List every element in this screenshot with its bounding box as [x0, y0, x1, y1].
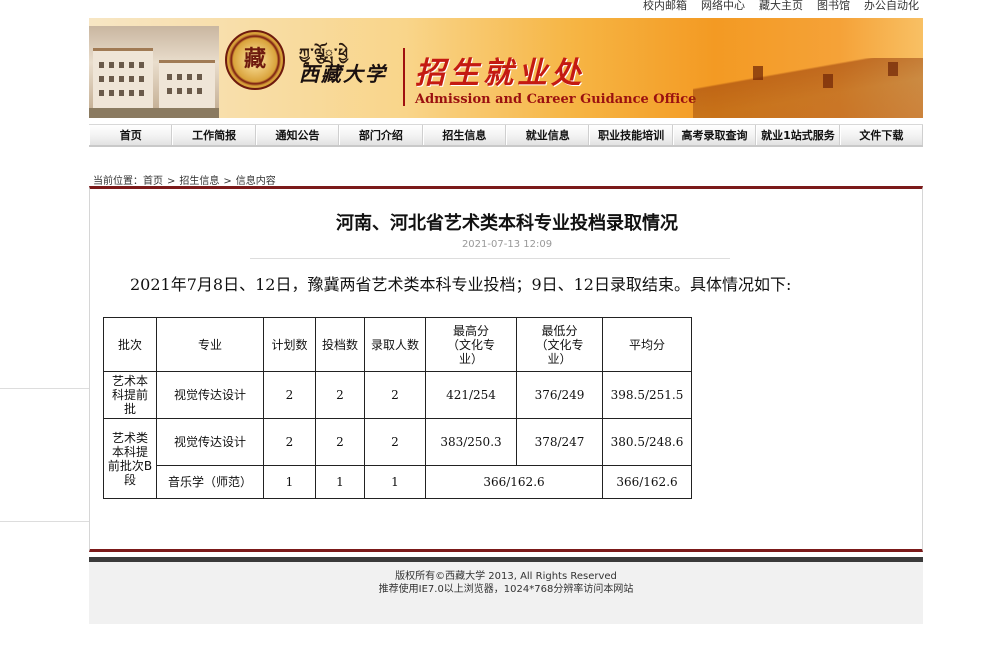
cell-major: 音乐学（师范） — [156, 465, 264, 499]
cell-admitted: 1 — [364, 465, 426, 499]
main-nav: 首页 工作简报 通知公告 部门介绍 招生信息 就业信息 职业技能培训 高考录取查… — [89, 124, 924, 147]
header-plan: 计划数 — [263, 317, 316, 372]
batch-line: 批 — [123, 402, 136, 416]
article-lead: 2021年7月8日、12日，豫冀两省艺术类本科专业投档；9日、12日录取结束。具… — [130, 275, 792, 294]
cell-batch: 艺术本 科提前 批 — [103, 371, 157, 419]
left-rule — [0, 388, 89, 389]
batch-line: 艺术本 — [111, 374, 148, 388]
batch-line: 前批次B — [107, 458, 153, 473]
footer: 版权所有©西藏大学 2013, All Rights Reserved 推荐使用… — [89, 562, 923, 624]
top-links-bar: 校内邮箱 网络中心 藏大主页 图书馆 办公自动化 — [89, 0, 923, 18]
batch-line: 段 — [123, 472, 136, 487]
nav-item-downloads[interactable]: 文件下载 — [839, 125, 924, 145]
cell-plan: 1 — [263, 465, 316, 499]
cell-max: 383/250.3 — [425, 418, 517, 466]
cell-filed: 2 — [315, 418, 365, 466]
cell-min: 378/247 — [516, 418, 603, 466]
nav-item-skills-training[interactable]: 职业技能培训 — [589, 125, 673, 145]
cell-avg: 380.5/248.6 — [602, 418, 692, 466]
cell-admitted: 2 — [364, 371, 426, 419]
table-row: 音乐学（师范） 1 1 1 366/162.6 366/162.6 — [104, 465, 692, 499]
batch-line: 艺术类 — [111, 430, 148, 445]
nav-item-home[interactable]: 首页 — [89, 125, 173, 145]
batch-line: 本科提 — [111, 444, 148, 459]
university-name: 西藏大学 — [299, 62, 387, 86]
header-filed: 投档数 — [315, 317, 365, 372]
cell-filed: 1 — [315, 465, 365, 499]
cell-major: 视觉传达设计 — [156, 371, 264, 419]
office-title-en: Admission and Career Guidance Office — [415, 92, 697, 107]
breadcrumb: 当前位置：首页 > 招生信息 > 信息内容 — [93, 172, 280, 187]
cell-plan: 2 — [263, 371, 316, 419]
cell-avg: 366/162.6 — [602, 465, 692, 499]
header-admitted: 录取人数 — [364, 317, 426, 372]
office-title-cn: 招生就业处 — [415, 56, 585, 91]
header-major: 专业 — [156, 317, 264, 372]
nav-item-work-briefs[interactable]: 工作简报 — [172, 125, 256, 145]
banner-divider — [403, 48, 405, 106]
header-min: 最低分 （文化专 业） — [516, 317, 603, 372]
header-avg: 平均分 — [602, 317, 692, 372]
article-title: 河南、河北省艺术类本科专业投档录取情况 — [336, 213, 678, 234]
nav-item-notices[interactable]: 通知公告 — [255, 125, 340, 145]
article-panel: 河南、河北省艺术类本科专业投档录取情况 2021-07-13 12:09 202… — [89, 186, 923, 552]
cell-filed: 2 — [315, 371, 365, 419]
header-max-line: 最高分 — [452, 323, 489, 338]
footer-browser-note: 推荐使用IE7.0以上浏览器，1024*768分辨率访问本网站 — [378, 584, 634, 595]
cell-max: 421/254 — [425, 371, 517, 419]
university-emblem-icon: 藏 — [225, 30, 285, 90]
nav-item-one-stop-service[interactable]: 就业1站式服务 — [756, 125, 840, 145]
nav-item-admission-info[interactable]: 招生信息 — [422, 125, 507, 145]
header-max-line: 业） — [458, 351, 483, 366]
cell-min: 376/249 — [516, 371, 603, 419]
emblem-glyph: 藏 — [243, 46, 266, 72]
admission-table: 批次 专业 计划数 投档数 录取人数 最高分 （文化专 业） 最低分 （文化专 … — [103, 317, 692, 499]
cell-max-min: 366/162.6 — [425, 465, 603, 499]
left-rule — [0, 521, 89, 522]
cell-batch: 艺术类 本科提 前批次B 段 — [103, 418, 157, 499]
top-link-office-automation[interactable]: 办公自动化 — [864, 0, 919, 13]
header-min-line: 业） — [547, 351, 572, 366]
cell-plan: 2 — [263, 418, 316, 466]
article-date: 2021-07-13 12:09 — [461, 239, 553, 250]
nav-item-admission-query[interactable]: 高考录取查询 — [672, 125, 757, 145]
great-wall-decoration — [693, 58, 923, 118]
nav-item-employment-info[interactable]: 就业信息 — [506, 125, 590, 145]
campus-building-image — [89, 26, 219, 118]
nav-item-department[interactable]: 部门介绍 — [339, 125, 423, 145]
footer-copyright: 版权所有©西藏大学 2013, All Rights Reserved — [395, 571, 617, 582]
cell-admitted: 2 — [364, 418, 426, 466]
top-link-network-center[interactable]: 网络中心 — [701, 0, 745, 13]
header-min-line: 最低分 — [541, 323, 578, 338]
header-banner: 藏 ཀྱཱ༌ལྕོྤ༌ཕྱེ 西藏大学 招生就业处 Admission and … — [89, 18, 923, 118]
header-max-line: （文化专 — [446, 337, 495, 352]
table-row: 艺术类 本科提 前批次B 段 视觉传达设计 2 2 2 383/250.3 37… — [103, 418, 692, 499]
batch-line: 科提前 — [111, 388, 148, 402]
title-separator — [250, 258, 730, 259]
table-row: 艺术本 科提前 批 视觉传达设计 2 2 2 421/254 376/249 3… — [103, 371, 692, 419]
table-header-row: 批次 专业 计划数 投档数 录取人数 最高分 （文化专 业） 最低分 （文化专 … — [103, 317, 692, 372]
cell-major: 视觉传达设计 — [156, 418, 264, 466]
top-link-university-home[interactable]: 藏大主页 — [759, 0, 803, 13]
top-link-mail[interactable]: 校内邮箱 — [643, 0, 687, 13]
header-max: 最高分 （文化专 业） — [425, 317, 517, 372]
header-batch: 批次 — [103, 317, 157, 372]
header-min-line: （文化专 — [535, 337, 584, 352]
top-link-library[interactable]: 图书馆 — [817, 0, 850, 13]
cell-avg: 398.5/251.5 — [602, 371, 692, 419]
